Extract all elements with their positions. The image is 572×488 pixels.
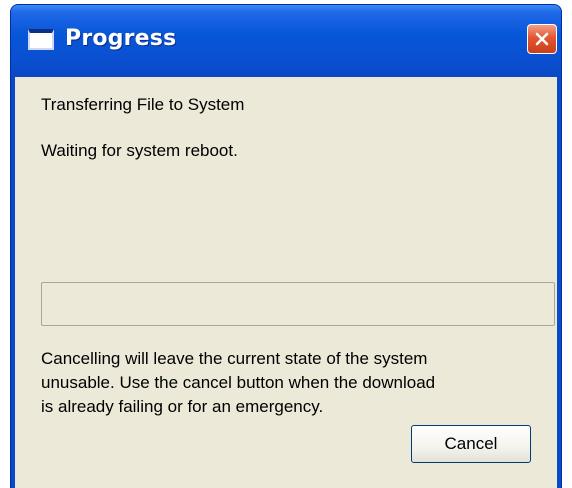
warning-text: Cancelling will leave the current state …: [41, 349, 436, 416]
progress-bar: [41, 282, 555, 326]
cancel-button[interactable]: Cancel: [411, 425, 531, 463]
detail-text: Waiting for system reboot.: [41, 141, 238, 160]
progress-dialog: Progress Transferring File to System Wai…: [10, 4, 562, 488]
close-icon: [535, 32, 549, 46]
window-icon: [28, 29, 54, 50]
status-text: Transferring File to System: [41, 95, 245, 114]
dialog-body: Transferring File to System Waiting for …: [15, 77, 557, 488]
close-button[interactable]: [527, 24, 557, 54]
window-title: Progress: [65, 26, 177, 51]
title-bar[interactable]: Progress: [11, 5, 561, 77]
